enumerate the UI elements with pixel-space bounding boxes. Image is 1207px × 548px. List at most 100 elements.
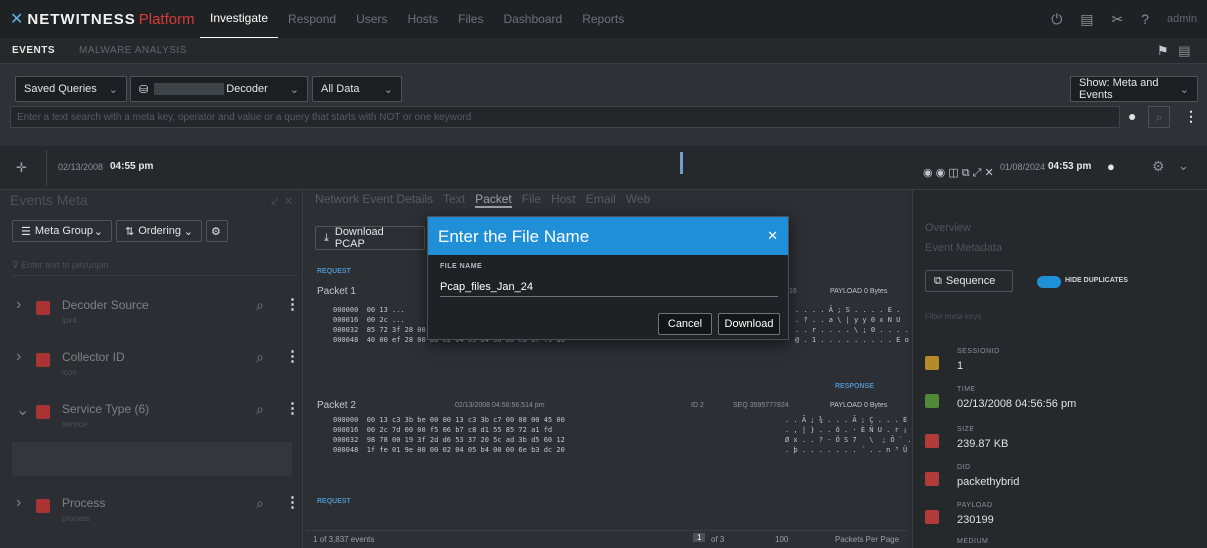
meta-item-name: Process	[62, 496, 106, 510]
sort-icon: ⇅	[125, 225, 135, 238]
notes-icon[interactable]: ▤	[1080, 11, 1093, 28]
meta-item-process[interactable]: › Process process ⌕ ⋮	[0, 482, 300, 534]
nav-users[interactable]: Users	[346, 0, 397, 38]
meta-value: 1	[957, 360, 964, 372]
queue-icon[interactable]: ▤	[1166, 43, 1203, 59]
settings-gear-icon[interactable]: ⚙	[1152, 158, 1165, 175]
timer-icon[interactable]: ⏻	[1051, 11, 1062, 28]
tab-network-event-details[interactable]: Network Event Details	[315, 192, 433, 208]
nav-respond[interactable]: Respond	[278, 0, 346, 38]
tab-web[interactable]: Web	[626, 192, 650, 208]
time-range-label: All Data	[321, 83, 360, 95]
cancel-button[interactable]: Cancel	[658, 313, 712, 335]
file-name-label: FILE NAME	[440, 263, 483, 270]
tab-malware-analysis[interactable]: MALWARE ANALYSIS	[67, 45, 199, 56]
help-icon[interactable]: ?	[1141, 11, 1149, 27]
sequence-label: Sequence	[945, 275, 996, 287]
tab-packet[interactable]: Packet	[475, 192, 512, 208]
window-controls[interactable]: ◉ ◉ ◫ ⧉ ⤢ ✕	[923, 166, 994, 180]
chevron-right-icon: ›	[16, 348, 22, 365]
saved-queries-dropdown[interactable]: Saved Queries ⌄	[15, 76, 127, 102]
hide-duplicates-label: HIDE DUPLICATES	[1065, 277, 1128, 284]
nav-hosts[interactable]: Hosts	[397, 0, 448, 38]
search-icon[interactable]: ⌕	[256, 297, 264, 314]
meta-key-icon	[36, 405, 50, 419]
meta-group-label: Meta Group	[34, 225, 93, 237]
search-icon[interactable]: ⌕	[256, 401, 264, 418]
meta-group-dropdown[interactable]: ☰ Meta Group ⌄	[12, 220, 112, 242]
more-icon[interactable]: ⋮	[285, 347, 300, 365]
query-bar: Saved Queries ⌄ ⛁ Decoder ⌄ All Data ⌄ S…	[0, 64, 1207, 146]
tab-text[interactable]: Text	[443, 192, 465, 208]
meta-item-collector-id[interactable]: › Collector ID icon ⌕ ⋮	[0, 336, 300, 388]
ordering-dropdown[interactable]: ⇅ Ordering ⌄	[116, 220, 202, 242]
settings-gear-icon[interactable]: ⚙	[206, 220, 228, 242]
meta-key-icon	[36, 301, 50, 315]
ascii-line: Ø x . . ? - Ö S 7 \ ­ ; Õ ` .	[785, 436, 912, 444]
nav-reports[interactable]: Reports	[572, 0, 634, 38]
search-icon[interactable]: ⌕	[1148, 106, 1170, 128]
service-type-values	[12, 442, 292, 476]
tab-email[interactable]: Email	[586, 192, 616, 208]
meta-item-decoder-source[interactable]: › Decoder Source ipv4 ⌕ ⋮	[0, 284, 300, 336]
info-icon[interactable]: ●	[1128, 108, 1136, 124]
meta-label: SIZE	[957, 426, 975, 433]
per-page-value[interactable]: 100	[775, 535, 788, 544]
hex-line: 000000 00 13 c3 3b be 00 00 13 c3 3b c7 …	[333, 416, 565, 424]
more-icon[interactable]: ⋮	[1184, 108, 1198, 125]
tab-file[interactable]: File	[522, 192, 541, 208]
query-input[interactable]: Enter a text search with a meta key, ope…	[10, 106, 1120, 128]
info-icon[interactable]: ●	[1107, 159, 1115, 174]
meta-filter-input[interactable]: ⊽ Enter text to pin/unpin	[12, 260, 297, 276]
chevron-down-icon: ⌄	[93, 225, 103, 238]
timeline-marker	[680, 152, 683, 174]
service-dropdown[interactable]: ⛁ Decoder ⌄	[130, 76, 308, 102]
download-button[interactable]: Download	[718, 313, 780, 335]
user-menu[interactable]: admin	[1167, 13, 1197, 25]
more-icon[interactable]: ⋮	[285, 399, 300, 417]
expand-timeline-icon[interactable]: ✛	[16, 160, 27, 176]
download-pcap-button[interactable]: ⤓ Download PCAP	[315, 226, 425, 250]
nav-files[interactable]: Files	[448, 0, 493, 38]
more-icon[interactable]: ⋮	[285, 295, 300, 313]
show-mode-dropdown[interactable]: Show: Meta and Events ⌄	[1070, 76, 1198, 102]
sub-navigation: EVENTS MALWARE ANALYSIS ⚑ ▤	[0, 38, 1207, 64]
saved-queries-label: Saved Queries	[24, 83, 97, 95]
file-name-input[interactable]	[440, 277, 778, 297]
download-pcap-label: Download PCAP	[334, 226, 384, 250]
hide-duplicates-toggle[interactable]	[1037, 276, 1061, 288]
logo-brand: NETWITNESS	[27, 10, 136, 28]
chevron-down-icon[interactable]: ⌄	[1178, 158, 1189, 174]
overview-link[interactable]: Overview	[925, 222, 971, 234]
logo[interactable]: ✕ NETWITNESS Platform	[10, 9, 200, 29]
more-icon[interactable]: ⋮	[285, 493, 300, 511]
meta-item-key: icon	[62, 368, 77, 377]
show-mode-label: Show: Meta and Events	[1079, 77, 1159, 101]
database-icon: ⛁	[139, 83, 149, 96]
search-icon[interactable]: ⌕	[256, 495, 264, 512]
hex-line: 000048 1f fe 01 9e 00 00 02 04 05 b4 00 …	[333, 446, 565, 454]
list-icon: ☰	[21, 225, 31, 238]
event-metadata-link[interactable]: Event Metadata	[925, 242, 1002, 254]
nav-investigate[interactable]: Investigate	[200, 0, 279, 39]
ascii-line: . . r . . . . \ ; 0 . . . .	[795, 326, 909, 334]
sequence-button[interactable]: ⧉ Sequence	[925, 270, 1013, 292]
meta-filter-input[interactable]: Filter meta keys	[925, 312, 981, 321]
packet-seq: 16	[789, 288, 797, 295]
request-label: REQUEST	[317, 498, 351, 505]
packet-timestamp: 02/13/2008 04:56:56.514 pm	[455, 402, 545, 409]
timeline-bar: ✛ 02/13/2008 04:55 pm 01/08/2024 04:53 p…	[0, 146, 1207, 190]
nav-dashboard[interactable]: Dashboard	[493, 0, 572, 38]
panel-title: Events Meta	[10, 192, 88, 208]
meta-label: SESSIONID	[957, 348, 1000, 355]
tab-host[interactable]: Host	[551, 192, 576, 208]
close-icon[interactable]: ✕	[767, 228, 778, 244]
page-number[interactable]: 1	[693, 533, 706, 542]
time-range-dropdown[interactable]: All Data ⌄	[312, 76, 402, 102]
search-icon[interactable]: ⌕	[256, 349, 264, 366]
tools-icon[interactable]: ✂	[1112, 11, 1124, 28]
tab-events[interactable]: EVENTS	[0, 45, 67, 56]
meta-item-service-type[interactable]: ⌄ Service Type (6) service ⌕ ⋮	[0, 388, 300, 440]
top-icons: ⏻ ▤ ✂ ? admin	[1051, 0, 1197, 38]
collapse-icon[interactable]: ↙ ✕	[270, 194, 293, 208]
